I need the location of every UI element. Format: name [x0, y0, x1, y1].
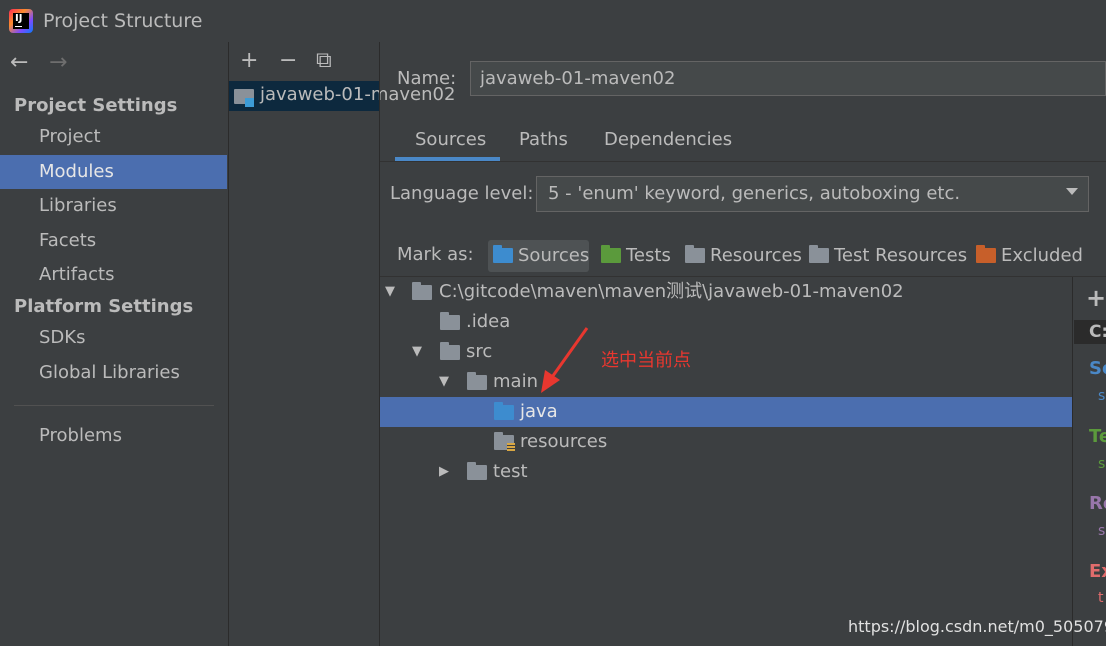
add-content-root-icon[interactable]: + — [1086, 284, 1106, 312]
sidebar-item-project[interactable]: Project — [0, 120, 227, 154]
platform-settings-heading: Platform Settings — [14, 296, 194, 317]
tab-paths[interactable]: Paths — [519, 129, 568, 150]
test-resources-folder-icon — [809, 245, 829, 263]
source-folder-entry: s — [1098, 388, 1106, 404]
excluded-folder-entry: t — [1098, 590, 1104, 606]
sources-folder-icon — [493, 245, 513, 263]
excluded-folder-icon — [976, 245, 996, 263]
source-folders-heading: So — [1089, 358, 1106, 379]
expand-down-icon[interactable]: ▼ — [412, 337, 422, 367]
name-label: Name: — [397, 68, 457, 89]
sidebar-item-global-libraries[interactable]: Global Libraries — [0, 356, 227, 390]
module-name-field[interactable] — [470, 61, 1106, 96]
resource-folder-entry: s — [1098, 523, 1106, 539]
mark-excluded-label: Excluded — [1001, 245, 1083, 266]
mark-tests-button[interactable]: Tests — [601, 240, 671, 272]
chevron-down-icon[interactable] — [1066, 188, 1078, 195]
add-icon[interactable]: + — [240, 48, 258, 73]
tree-row-root[interactable]: ▼ C:\gitcode\maven\maven测试\javaweb-01-ma… — [380, 277, 1072, 307]
expand-down-icon[interactable]: ▼ — [385, 277, 395, 307]
splitter[interactable] — [1072, 277, 1073, 646]
tree-label-root: C:\gitcode\maven\maven测试\javaweb-01-mave… — [439, 281, 904, 302]
annotation-arrow-icon — [541, 327, 589, 393]
tree-label-java: java — [520, 401, 558, 422]
mark-test-resources-button[interactable]: Test Resources — [809, 240, 967, 272]
project-settings-heading: Project Settings — [14, 95, 178, 116]
folder-icon — [440, 342, 460, 360]
tree-label-src: src — [466, 341, 493, 362]
intellij-app-icon: IJ — [9, 9, 33, 33]
remove-icon[interactable]: − — [279, 48, 297, 73]
tree-label-resources: resources — [520, 431, 608, 452]
tree-row-idea[interactable]: .idea — [380, 307, 1072, 337]
module-badge-icon — [245, 98, 254, 107]
tree-label-test: test — [493, 461, 528, 482]
mark-as-label: Mark as: — [397, 244, 474, 265]
sidebar-item-libraries[interactable]: Libraries — [0, 189, 227, 223]
test-folder-entry: s — [1098, 456, 1106, 472]
resources-folder-icon — [685, 245, 705, 263]
sources-folder-icon — [494, 402, 514, 420]
tree-row-java[interactable]: java — [380, 397, 1072, 427]
mark-resources-button[interactable]: Resources — [685, 240, 802, 272]
language-level-dropdown[interactable]: 5 - 'enum' keyword, generics, autoboxing… — [536, 176, 1089, 212]
folder-icon — [467, 462, 487, 480]
expand-down-icon[interactable]: ▼ — [439, 367, 449, 397]
expand-right-icon[interactable]: ▶ — [439, 457, 449, 487]
tab-sources[interactable]: Sources — [415, 129, 486, 150]
annotation-text: 选中当前点 — [601, 350, 691, 371]
folder-icon — [412, 282, 432, 300]
test-folders-heading: Te — [1089, 426, 1106, 447]
sidebar-divider — [14, 405, 214, 406]
folder-icon — [467, 372, 487, 390]
watermark-url: https://blog.csdn.net/m0_50507927 — [848, 617, 1106, 636]
excluded-folders-heading: Ex — [1089, 561, 1106, 582]
tests-folder-icon — [601, 245, 621, 263]
mark-sources-label: Sources — [518, 245, 590, 266]
sidebar-item-problems[interactable]: Problems — [0, 419, 227, 453]
sidebar-item-facets[interactable]: Facets — [0, 224, 227, 258]
tab-dependencies[interactable]: Dependencies — [604, 129, 732, 150]
content-root-path: C: — [1074, 320, 1106, 344]
forward-arrow-icon[interactable]: → — [49, 50, 67, 75]
resources-badge-icon — [507, 443, 515, 452]
tree-row-src[interactable]: ▼ src — [380, 337, 1072, 367]
window-title: Project Structure — [43, 10, 203, 32]
copy-icon[interactable]: ⧉ — [316, 48, 332, 73]
tree-label-idea: .idea — [466, 311, 511, 332]
tree-row-main[interactable]: ▼ main — [380, 367, 1072, 397]
sidebar-item-modules[interactable]: Modules — [0, 155, 227, 189]
sidebar-item-sdks[interactable]: SDKs — [0, 321, 227, 355]
mark-tests-label: Tests — [626, 245, 671, 266]
mark-resources-label: Resources — [710, 245, 802, 266]
mark-test-resources-label: Test Resources — [834, 245, 968, 266]
mark-excluded-button[interactable]: Excluded — [976, 240, 1083, 272]
language-level-label: Language level: — [390, 183, 534, 204]
sidebar-item-artifacts[interactable]: Artifacts — [0, 258, 227, 292]
module-list-panel — [229, 42, 379, 646]
back-arrow-icon[interactable]: ← — [10, 50, 28, 75]
tab-divider — [380, 161, 1106, 162]
folder-icon — [440, 312, 460, 330]
tree-row-test[interactable]: ▶ test — [380, 457, 1072, 487]
mark-sources-button[interactable]: Sources — [488, 240, 589, 272]
resource-folders-heading: Re — [1089, 493, 1106, 514]
tree-row-resources[interactable]: resources — [380, 427, 1072, 457]
